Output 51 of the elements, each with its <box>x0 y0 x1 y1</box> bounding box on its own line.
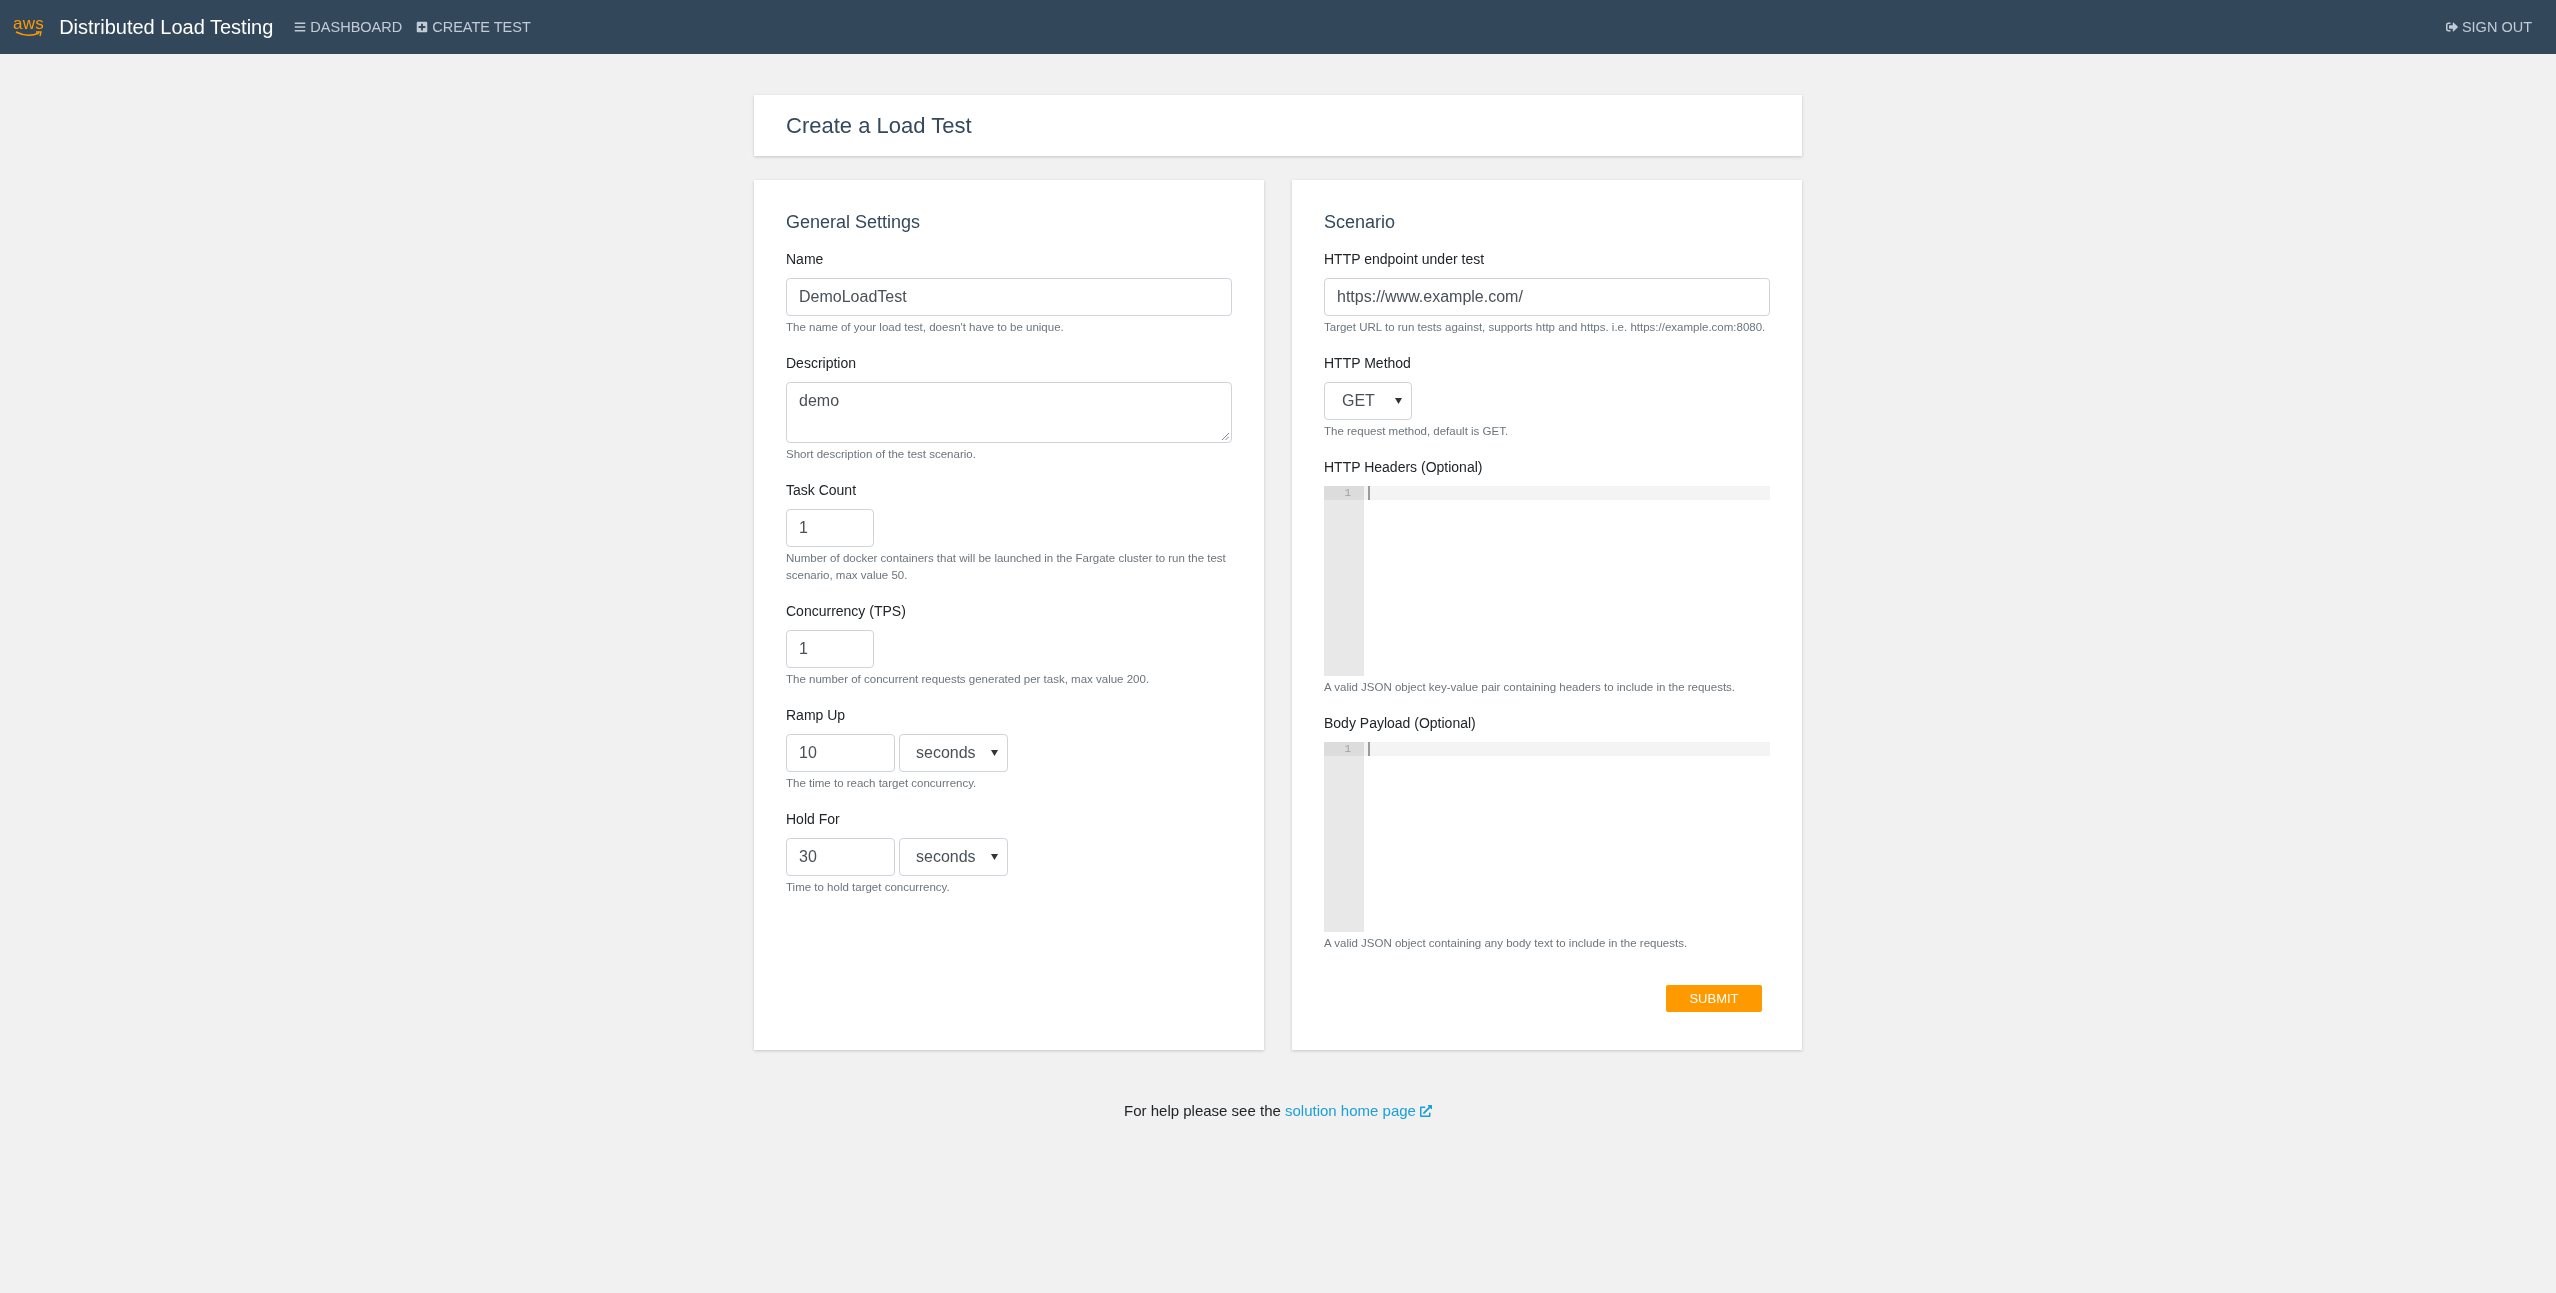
sign-out-link[interactable]: SIGN OUT <box>2445 19 2532 35</box>
sign-out-icon <box>2445 21 2458 33</box>
text-cursor-icon <box>1368 486 1370 500</box>
field-label: Concurrency (TPS) <box>786 602 907 621</box>
field-label: HTTP Method <box>1324 354 1412 373</box>
help-text: Time to hold target concurrency. <box>786 880 951 895</box>
line-number: 1 <box>1324 742 1364 756</box>
number-input[interactable]: 1 <box>786 630 874 668</box>
unit-select[interactable]: seconds <box>899 838 1008 876</box>
help-text: Target URL to run tests against, supports http and https. i.e. https://example.com:8080. <box>1324 320 1767 335</box>
app-title: Distributed Load Testing <box>59 15 274 39</box>
unit-select[interactable]: seconds <box>899 734 1008 772</box>
page-title: Create a Load Test <box>786 112 972 139</box>
logo-wordmark: aws <box>13 17 45 31</box>
field-label: HTTP endpoint under test <box>1324 250 1486 269</box>
nav-link[interactable]: DASHBOARD <box>294 19 403 35</box>
number-input[interactable]: 30 <box>786 838 895 876</box>
help-text: The time to reach target concurrency. <box>786 776 978 791</box>
help-text: The name of your load test, doesn't have to be unique. <box>786 320 1065 335</box>
menu-icon <box>294 21 307 33</box>
field-label: Description <box>786 354 858 373</box>
text-cursor-icon <box>1368 742 1370 756</box>
textarea-input[interactable]: demo <box>786 382 1232 443</box>
section-title: General Settings <box>786 211 922 234</box>
help-text: Number of docker containers that will be launched in the Fargate cluster to run the test scenario, max value 50. <box>786 551 1227 583</box>
help-sentence: For help please see the solution home page <box>1124 1101 1432 1121</box>
field-label: Name <box>786 250 825 269</box>
number-input[interactable]: 10 <box>786 734 895 772</box>
caret-icon <box>991 750 998 756</box>
nav-link[interactable]: CREATE TEST <box>416 19 531 35</box>
number-input[interactable]: 1 <box>786 509 874 547</box>
text-input[interactable]: https://www.example.com/ <box>1324 278 1770 316</box>
line-number: 1 <box>1324 486 1364 500</box>
smile-arrow-icon <box>14 31 43 37</box>
resize-grip-icon[interactable] <box>1222 433 1229 440</box>
caret-icon <box>991 854 998 860</box>
field-label: Body Payload (Optional) <box>1324 714 1477 733</box>
text-input[interactable]: DemoLoadTest <box>786 278 1232 316</box>
field-label: Ramp Up <box>786 706 847 725</box>
field-label: HTTP Headers (Optional) <box>1324 458 1484 477</box>
help-text: The number of concurrent requests generated per task, max value 200. <box>786 672 1151 687</box>
caret-icon <box>1395 398 1402 404</box>
help-text: Short description of the test scenario. <box>786 447 977 462</box>
section-title: Scenario <box>1324 211 1397 234</box>
help-text: A valid JSON object key-value pair containing headers to include in the requests. <box>1324 680 1737 695</box>
help-text: The request method, default is GET. <box>1324 424 1510 439</box>
field-label: Hold For <box>786 810 841 829</box>
field-label: Task Count <box>786 481 858 500</box>
help-text: A valid JSON object containing any body text to include in the requests. <box>1324 936 1689 951</box>
external-link-icon <box>1419 1105 1432 1117</box>
method-select[interactable]: GET <box>1324 382 1412 420</box>
